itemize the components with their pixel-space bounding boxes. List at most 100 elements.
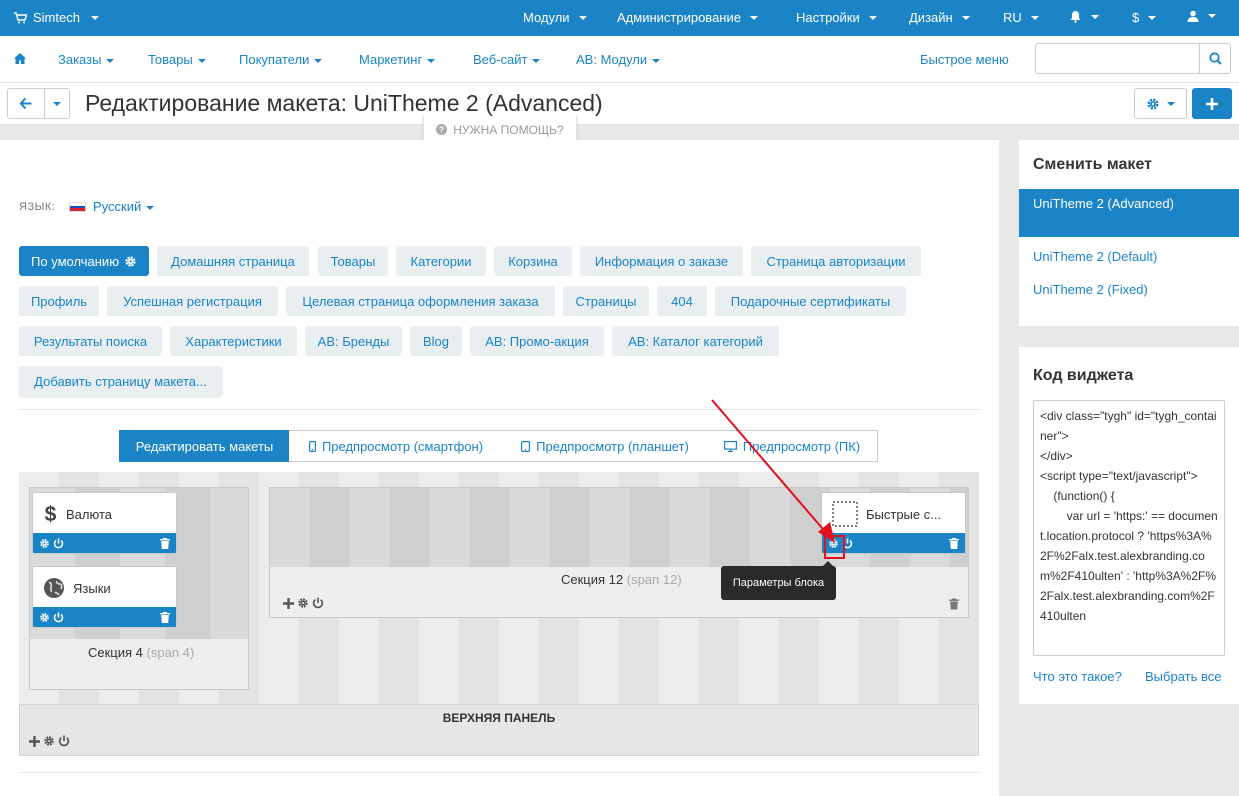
change-layout-title: Сменить макет bbox=[1033, 156, 1152, 173]
nav-ab-modules[interactable]: AB: Модули bbox=[576, 52, 661, 67]
globe-icon bbox=[44, 578, 64, 598]
power-icon[interactable] bbox=[53, 538, 64, 549]
topnav-currency[interactable]: $ bbox=[1132, 10, 1157, 25]
page-tab-blog[interactable]: Blog bbox=[410, 326, 462, 356]
power-icon[interactable] bbox=[53, 612, 64, 623]
page-tab-registration-success[interactable]: Успешная регистрация bbox=[107, 286, 278, 316]
page-tab-categories[interactable]: Категории bbox=[396, 246, 486, 276]
cart-icon bbox=[14, 11, 27, 23]
gear-icon[interactable] bbox=[43, 735, 55, 747]
bell-icon bbox=[1070, 11, 1081, 23]
user-icon bbox=[1187, 10, 1199, 22]
language-selector[interactable]: Русский bbox=[93, 199, 155, 214]
layout-item-advanced[interactable]: UniTheme 2 (Advanced) bbox=[1019, 189, 1239, 237]
plus-icon[interactable] bbox=[29, 735, 40, 747]
mode-preview-smartphone[interactable]: Предпросмотр (смартфон) bbox=[289, 430, 504, 462]
store-selector[interactable]: Simtech bbox=[14, 10, 99, 25]
back-button[interactable] bbox=[7, 88, 45, 119]
layout-item-default[interactable]: UniTheme 2 (Default) bbox=[1019, 247, 1239, 267]
topnav-modules[interactable]: Модули bbox=[523, 10, 587, 25]
block-languages[interactable]: Языки bbox=[32, 566, 177, 628]
mode-preview-tablet[interactable]: Предпросмотр (планшет) bbox=[503, 430, 708, 462]
user-dropdown[interactable] bbox=[1187, 10, 1216, 22]
trash-icon[interactable] bbox=[160, 611, 170, 623]
search-button[interactable] bbox=[1199, 43, 1231, 74]
power-icon[interactable] bbox=[58, 735, 70, 747]
nav-website[interactable]: Веб-сайт bbox=[473, 52, 541, 67]
page-title: Редактирование макета: UniTheme 2 (Advan… bbox=[85, 90, 603, 116]
page-tab-login[interactable]: Страница авторизации bbox=[751, 246, 921, 276]
page-tab-ab-brands[interactable]: AB: Бренды bbox=[305, 326, 402, 356]
block-title: Языки bbox=[73, 580, 111, 596]
nav-products[interactable]: Товары bbox=[148, 52, 206, 67]
page-tab-products[interactable]: Товары bbox=[318, 246, 388, 276]
chevron-down-icon bbox=[53, 101, 61, 106]
settings-dropdown-button[interactable] bbox=[1134, 88, 1187, 119]
red-arrow-annotation bbox=[711, 399, 835, 543]
page-tab-pages[interactable]: Страницы bbox=[563, 286, 649, 316]
nav-customers[interactable]: Покупатели bbox=[239, 52, 323, 67]
language-label: ЯЗЫК: bbox=[19, 201, 56, 213]
add-button[interactable] bbox=[1192, 88, 1232, 119]
trash-icon[interactable] bbox=[949, 598, 959, 610]
page-tab-search-results[interactable]: Результаты поиска bbox=[19, 326, 162, 356]
top-panel-label: ВЕРХНЯЯ ПАНЕЛЬ bbox=[442, 711, 556, 725]
nav-marketing[interactable]: Маркетинг bbox=[359, 52, 436, 67]
home-icon bbox=[14, 53, 26, 64]
svg-text:?: ? bbox=[439, 125, 444, 135]
layout-item-fixed[interactable]: UniTheme 2 (Fixed) bbox=[1019, 280, 1239, 300]
help-label: НУЖНА ПОМОЩЬ? bbox=[453, 122, 564, 137]
page-tab-404[interactable]: 404 bbox=[657, 286, 707, 316]
page-tab-home[interactable]: Домашняя страница bbox=[157, 246, 309, 276]
home-link[interactable] bbox=[14, 53, 26, 64]
page-tab-checkout-landing[interactable]: Целевая страница оформления заказа bbox=[286, 286, 555, 316]
nav-orders[interactable]: Заказы bbox=[58, 52, 115, 67]
gear-icon[interactable] bbox=[39, 538, 50, 549]
page-tab-profile[interactable]: Профиль bbox=[19, 286, 99, 316]
power-icon[interactable] bbox=[312, 597, 324, 609]
page-tab-ab-category-catalog[interactable]: AB: Каталог категорий bbox=[612, 326, 779, 356]
plus-icon[interactable] bbox=[283, 597, 294, 609]
topnav-administration[interactable]: Администрирование bbox=[617, 10, 758, 25]
widget-code-title: Код виджета bbox=[1033, 367, 1134, 384]
divider bbox=[19, 772, 979, 773]
select-all-link[interactable]: Выбрать все bbox=[1145, 669, 1221, 684]
smartphone-icon bbox=[308, 440, 316, 452]
page-tab-cart[interactable]: Корзина bbox=[494, 246, 572, 276]
section-12-tools bbox=[283, 597, 324, 609]
gear-icon[interactable] bbox=[39, 612, 50, 623]
section-4-label: Секция 4 (span 4) bbox=[88, 645, 195, 660]
topnav-design[interactable]: Дизайн bbox=[909, 10, 970, 25]
search-input[interactable] bbox=[1035, 43, 1200, 74]
chevron-down-icon bbox=[1167, 101, 1175, 106]
gear-icon bbox=[1147, 98, 1159, 109]
page-tab-default[interactable]: По умолчанию bbox=[19, 246, 149, 276]
page-tab-features[interactable]: Характеристики bbox=[170, 326, 297, 356]
topnav-language[interactable]: RU bbox=[1003, 10, 1039, 25]
notifications-dropdown[interactable] bbox=[1069, 10, 1099, 23]
store-name: Simtech bbox=[33, 10, 80, 25]
section-12-label: Секция 12 (span 12) bbox=[561, 572, 682, 587]
block-settings-tooltip: Параметры блока bbox=[721, 561, 836, 600]
trash-icon[interactable] bbox=[949, 537, 959, 549]
block-title: Быстрые с... bbox=[866, 506, 942, 522]
trash-icon[interactable] bbox=[160, 537, 170, 549]
mode-edit-layouts[interactable]: Редактировать макеты bbox=[119, 430, 290, 462]
block-currency[interactable]: $ Валюта bbox=[32, 492, 177, 554]
page-tab-gift-certificates[interactable]: Подарочные сертификаты bbox=[715, 286, 906, 316]
topnav-settings[interactable]: Настройки bbox=[796, 10, 877, 25]
page-tab-ab-promo[interactable]: AB: Промо-акция bbox=[470, 326, 604, 356]
what-is-it-link[interactable]: Что это такое? bbox=[1033, 669, 1122, 684]
arrow-left-icon bbox=[20, 98, 32, 109]
page-tab-order-info[interactable]: Информация о заказе bbox=[580, 246, 743, 276]
widget-code-textarea[interactable]: <div class="tygh" id="tygh_container"> <… bbox=[1033, 400, 1225, 656]
back-dropdown-button[interactable] bbox=[44, 88, 70, 119]
question-circle-icon: ? bbox=[436, 124, 448, 135]
search-icon bbox=[1208, 52, 1222, 65]
gear-icon[interactable] bbox=[297, 597, 309, 609]
plus-icon bbox=[1206, 97, 1218, 110]
quick-menu-link[interactable]: Быстрое меню bbox=[920, 52, 1009, 67]
add-layout-page-button[interactable]: Добавить страницу макета... bbox=[19, 366, 222, 396]
tablet-icon bbox=[521, 440, 531, 452]
russia-flag-icon bbox=[69, 202, 86, 212]
